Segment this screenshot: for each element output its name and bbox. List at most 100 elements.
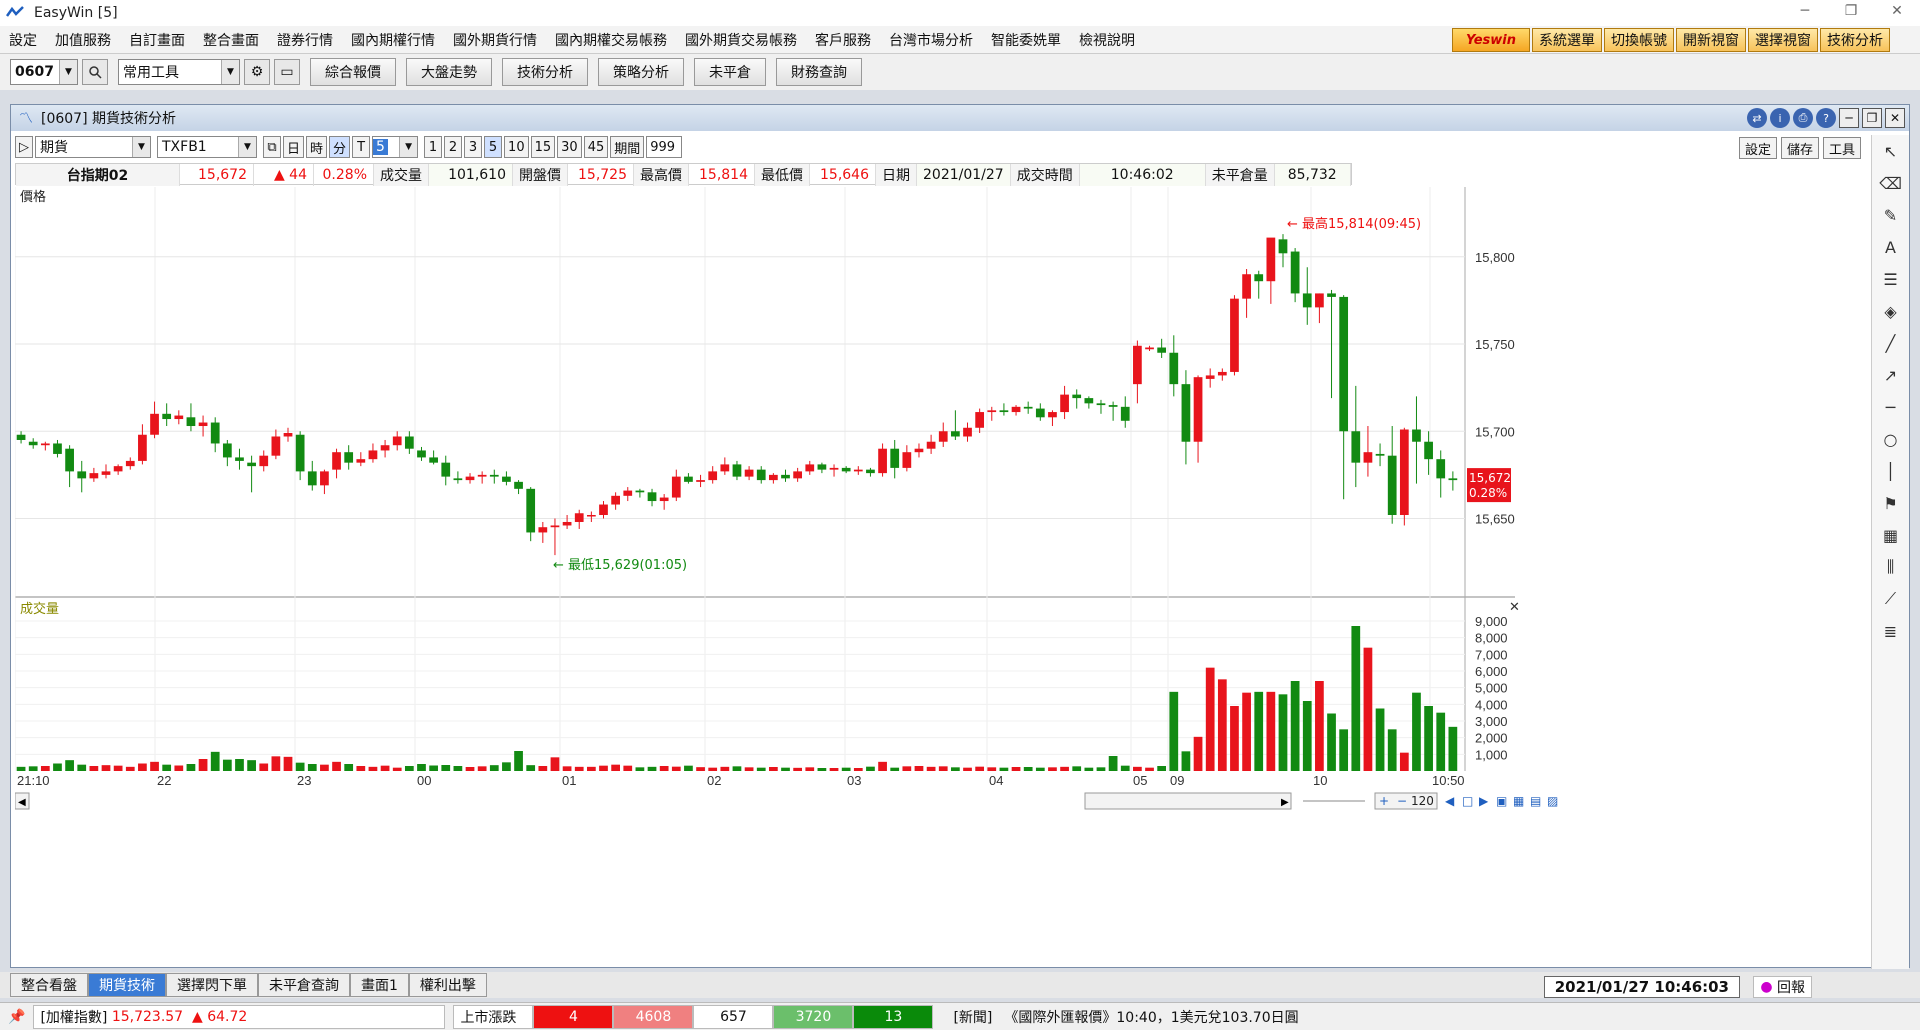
menu-custom-screen[interactable]: 自訂畫面: [120, 30, 194, 50]
interval-45[interactable]: 45: [583, 136, 609, 158]
help-icon[interactable]: ?: [1816, 108, 1836, 128]
eraser-icon[interactable]: ⌫: [1872, 167, 1909, 199]
system-menu-button[interactable]: 系統選單: [1532, 28, 1602, 52]
financial-query-button[interactable]: 財務查詢: [776, 58, 862, 86]
interval-30[interactable]: 30: [557, 136, 582, 158]
minimize-icon[interactable]: ─: [1839, 108, 1859, 128]
window-icon[interactable]: ▭: [274, 59, 300, 85]
tools-select[interactable]: 常用工具 ▼: [118, 59, 240, 85]
period-input[interactable]: 999: [646, 136, 683, 158]
menu-customer-service[interactable]: 客戶服務: [806, 30, 880, 50]
yeswin-logo[interactable]: Yeswin: [1452, 28, 1530, 52]
screen-code-select[interactable]: 0607 ▼: [10, 59, 78, 85]
chevron-down-icon[interactable]: ▼: [399, 137, 418, 157]
tab-rights[interactable]: 權利出擊: [408, 973, 487, 997]
breadth-flat: 657: [693, 1004, 774, 1029]
link-icon[interactable]: ⇄: [1747, 108, 1767, 128]
minute-select[interactable]: 5 ▼: [372, 136, 419, 158]
replay-button[interactable]: ● 回報: [1753, 976, 1812, 998]
period-tick[interactable]: T: [352, 136, 371, 158]
interval-5[interactable]: 5: [484, 136, 503, 158]
search-icon[interactable]: [82, 59, 108, 85]
chevron-down-icon[interactable]: ▼: [59, 60, 77, 84]
close-icon[interactable]: ✕: [1885, 108, 1905, 128]
hlines-icon[interactable]: ☰: [1872, 263, 1909, 295]
switch-account-button[interactable]: 切換帳號: [1604, 28, 1674, 52]
pointer-icon[interactable]: ↖: [1872, 135, 1909, 167]
vline-tool-icon[interactable]: │: [1872, 455, 1909, 487]
chart-save-button[interactable]: 儲存: [1780, 137, 1819, 159]
strategy-analysis-button[interactable]: 策略分析: [598, 58, 684, 86]
grid-tool-icon[interactable]: ▦: [1872, 519, 1909, 551]
candlestick-chart[interactable]: 21:10 22 23 00 01 02 03 04 05 09 10 10:50 15,650 15,7…: [15, 187, 1867, 967]
menu-view-help[interactable]: 檢視說明: [1070, 30, 1144, 50]
fan-tool-icon[interactable]: ⟋: [1872, 583, 1909, 615]
interval-2[interactable]: 2: [444, 136, 463, 158]
volume-bar: [1399, 752, 1409, 771]
arrow-tool-icon[interactable]: ↗: [1872, 359, 1909, 391]
symbol-select[interactable]: TXFB1 ▼: [157, 136, 257, 158]
period-day[interactable]: 日: [283, 136, 305, 158]
copy-icon[interactable]: ⧉: [263, 136, 281, 158]
print-icon[interactable]: ⎙: [1793, 108, 1813, 128]
play-icon[interactable]: ▷: [15, 136, 33, 158]
volume-bar: [1217, 679, 1227, 771]
chevron-down-icon[interactable]: ▼: [221, 60, 239, 84]
fill-icon[interactable]: ◈: [1872, 295, 1909, 327]
restore-icon[interactable]: ❐: [1862, 108, 1882, 128]
pen-icon[interactable]: ✎: [1872, 199, 1909, 231]
composite-quote-button[interactable]: 綜合報價: [310, 58, 396, 86]
pin-icon[interactable]: 📌: [0, 1009, 33, 1025]
period-minute[interactable]: 分: [329, 136, 351, 158]
new-window-button[interactable]: 開新視窗: [1676, 28, 1746, 52]
menu-settings[interactable]: 設定: [0, 30, 46, 50]
minimize-icon[interactable]: ─: [1782, 0, 1828, 22]
menu-integrated-screen[interactable]: 整合畫面: [194, 30, 268, 50]
tab-integrated[interactable]: 整合看盤: [10, 973, 88, 997]
interval-10[interactable]: 10: [504, 136, 529, 158]
hline-tool-icon[interactable]: ─: [1872, 391, 1909, 423]
interval-1[interactable]: 1: [424, 136, 443, 158]
period-hour[interactable]: 時: [306, 136, 328, 158]
close-icon[interactable]: ✕: [1874, 0, 1920, 22]
tech-analysis-button[interactable]: 技術分析: [502, 58, 588, 86]
candle-body: [332, 452, 341, 470]
info-icon[interactable]: i: [1770, 108, 1790, 128]
gear-icon[interactable]: ⚙: [244, 59, 270, 85]
restore-icon[interactable]: ❐: [1828, 0, 1874, 22]
volume-bar: [1060, 766, 1069, 771]
tab-options-order[interactable]: 選擇閃下單: [166, 973, 258, 997]
menu-foreign-trading-account[interactable]: 國外期貨交易帳務: [676, 30, 806, 50]
circle-tool-icon[interactable]: ○: [1872, 423, 1909, 455]
menu-smart-order[interactable]: 智能委姺單: [982, 30, 1070, 50]
interval-3[interactable]: 3: [464, 136, 483, 158]
menu-domestic-trading-account[interactable]: 國內期權交易帳務: [546, 30, 676, 50]
market-trend-button[interactable]: 大盤走勢: [406, 58, 492, 86]
line-tool-icon[interactable]: ╱: [1872, 327, 1909, 359]
menu-securities-quotes[interactable]: 證券行情: [268, 30, 342, 50]
menu-foreign-futures[interactable]: 國外期貨行情: [444, 30, 546, 50]
x-tick-label: 10: [1313, 773, 1327, 788]
chevron-down-icon[interactable]: ▼: [238, 137, 256, 157]
menu-taiwan-market-analysis[interactable]: 台灣市場分析: [880, 30, 982, 50]
market-select[interactable]: 期貨 ▼: [35, 136, 151, 158]
interval-15[interactable]: 15: [530, 136, 556, 158]
text-tool-icon[interactable]: A: [1872, 231, 1909, 263]
select-window-button[interactable]: 選擇視窗: [1748, 28, 1818, 52]
tab-futures-tech[interactable]: 期貨技術: [88, 973, 166, 997]
menu-domestic-futures-options[interactable]: 國內期權行情: [342, 30, 444, 50]
open-interest-button[interactable]: 未平倉: [694, 58, 766, 86]
tab-open-interest[interactable]: 未平倉查詢: [258, 973, 350, 997]
menu-value-added[interactable]: 加值服務: [46, 30, 120, 50]
candle-body: [404, 436, 414, 449]
vbars-icon[interactable]: ⫼: [1872, 551, 1909, 583]
chart-tools-button[interactable]: 工具: [1822, 137, 1861, 159]
news-ticker[interactable]: 《國際外匯報價》10:40，1美元兌103.70日圓: [998, 1005, 1304, 1029]
tab-screen1[interactable]: 畫面1: [350, 973, 409, 997]
breadth-up: 4608: [613, 1004, 694, 1029]
chart-settings-button[interactable]: 設定: [1738, 137, 1777, 159]
technical-analysis-button[interactable]: 技術分析: [1820, 28, 1890, 52]
chevron-down-icon[interactable]: ▼: [132, 137, 150, 157]
fib-tool-icon[interactable]: ≣: [1872, 615, 1909, 647]
marker-icon[interactable]: ⚑: [1872, 487, 1909, 519]
